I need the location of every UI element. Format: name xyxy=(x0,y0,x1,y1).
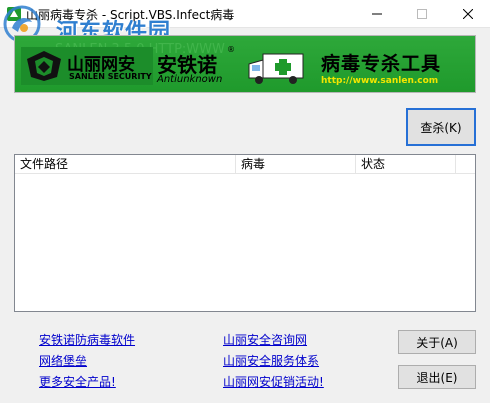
close-icon xyxy=(462,9,473,19)
maximize-button[interactable] xyxy=(399,0,444,28)
link-more-products[interactable]: 更多安全产品! xyxy=(39,373,116,390)
sanlen-logo-icon xyxy=(27,51,61,81)
exit-button[interactable]: 退出(E) xyxy=(398,365,476,389)
link-service-system[interactable]: 山丽安全服务体系 xyxy=(223,352,319,369)
ambulance-icon xyxy=(248,53,304,84)
brand-name-en: SANLEN SECURITY xyxy=(69,72,152,81)
registered-mark: ® xyxy=(227,45,235,54)
minimize-icon xyxy=(371,13,382,15)
column-header-status[interactable]: 状态 xyxy=(356,155,456,174)
product-banner: SANLEN 3.5.0 HTTP:WWW 山丽网安 SANLEN SECURI… xyxy=(14,35,476,93)
link-antivirus-software[interactable]: 安铁诺防病毒软件 xyxy=(39,331,135,348)
minimize-button[interactable] xyxy=(354,0,399,28)
list-header: 文件路径 病毒 状态 xyxy=(15,155,475,174)
link-network-fortress[interactable]: 网络堡垒 xyxy=(39,352,87,369)
column-header-file-path[interactable]: 文件路径 xyxy=(15,155,236,174)
maximize-icon xyxy=(416,9,427,19)
tool-title-cn: 病毒专杀工具 xyxy=(321,53,442,75)
close-button[interactable] xyxy=(445,0,490,28)
column-header-virus[interactable]: 病毒 xyxy=(236,155,356,174)
link-promotion[interactable]: 山丽网安促销活动! xyxy=(223,373,324,390)
scan-button[interactable]: 查杀(K) xyxy=(406,108,476,146)
product-name-en: Antiunknown xyxy=(157,74,223,85)
website-url: http://www.sanlen.com xyxy=(321,76,439,86)
link-security-consulting[interactable]: 山丽安全咨询网 xyxy=(223,331,307,348)
about-button[interactable]: 关于(A) xyxy=(398,330,476,354)
results-list[interactable]: 文件路径 病毒 状态 xyxy=(14,154,476,312)
